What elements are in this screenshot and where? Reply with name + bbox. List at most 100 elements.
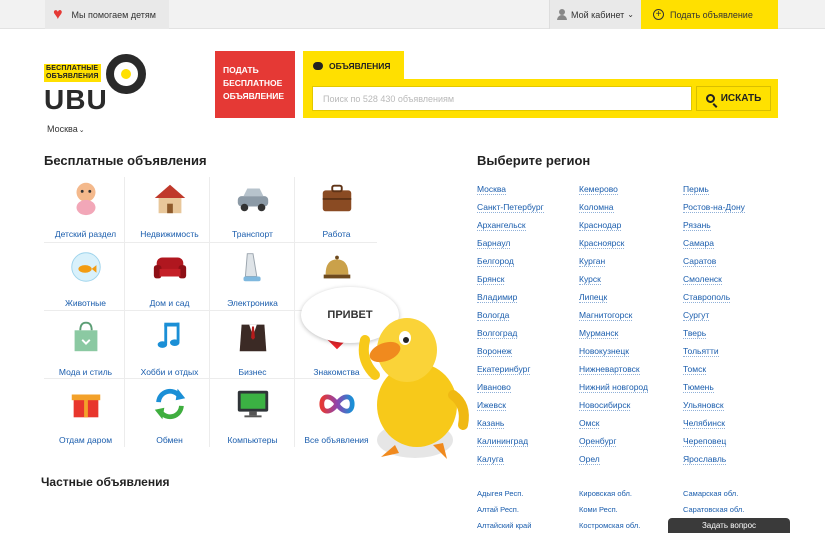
- region-link[interactable]: Адыгея Респ.: [477, 488, 531, 504]
- region-link[interactable]: Костромская обл.: [579, 520, 640, 533]
- region-link[interactable]: Белгород: [477, 254, 544, 272]
- category-fish[interactable]: Животные: [44, 247, 127, 315]
- region-link[interactable]: Мурманск: [579, 326, 648, 344]
- region-link[interactable]: Иваново: [477, 380, 544, 398]
- region-link-label: Алтайский край: [477, 521, 532, 530]
- region-link[interactable]: Нижневартовск: [579, 362, 648, 380]
- region-link[interactable]: Волгоград: [477, 326, 544, 344]
- category-label: Работа: [322, 229, 351, 239]
- region-link[interactable]: Рязань: [683, 218, 745, 236]
- region-link[interactable]: Краснодар: [579, 218, 648, 236]
- region-link[interactable]: Калуга: [477, 452, 544, 470]
- city-selector[interactable]: Москва⌄: [47, 124, 85, 134]
- category-shopping-bag[interactable]: Мода и стиль: [44, 316, 127, 384]
- region-link[interactable]: Тюмень: [683, 380, 745, 398]
- category-monitor[interactable]: Компьютеры: [211, 384, 294, 452]
- category-label: Хобби и отдых: [140, 367, 199, 377]
- category-baby[interactable]: Детский раздел: [44, 178, 127, 246]
- region-link-label: Магнитогорск: [579, 310, 633, 321]
- region-link[interactable]: Екатеринбург: [477, 362, 544, 380]
- region-link[interactable]: Казань: [477, 416, 544, 434]
- region-link[interactable]: Ижевск: [477, 398, 544, 416]
- region-link[interactable]: Саратов: [683, 254, 745, 272]
- tab-ads[interactable]: ОБЪЯВЛЕНИЯ: [303, 51, 404, 80]
- region-link-label: Кировская обл.: [579, 489, 632, 498]
- ask-question-button[interactable]: Задать вопрос: [668, 518, 790, 533]
- suit-icon: [239, 324, 266, 352]
- region-link[interactable]: Владимир: [477, 290, 544, 308]
- region-link[interactable]: Самара: [683, 236, 745, 254]
- category-exchange-arrows[interactable]: Обмен: [128, 384, 211, 452]
- region-link[interactable]: Москва: [477, 182, 544, 200]
- search-button[interactable]: ИСКАТЬ: [696, 86, 771, 111]
- region-link[interactable]: Смоленск: [683, 272, 745, 290]
- region-link-label: Алтай Респ.: [477, 505, 519, 514]
- region-link[interactable]: Новокузнецк: [579, 344, 648, 362]
- region-link[interactable]: Магнитогорск: [579, 308, 648, 326]
- category-sofa[interactable]: Дом и сад: [128, 247, 211, 315]
- category-suit[interactable]: Бизнес: [211, 316, 294, 384]
- region-link[interactable]: Коломна: [579, 200, 648, 218]
- region-link[interactable]: Алтай Респ.: [477, 504, 531, 520]
- region-link[interactable]: Курган: [579, 254, 648, 272]
- region-link[interactable]: Кемерово: [579, 182, 648, 200]
- category-music-note[interactable]: Хобби и отдых: [128, 316, 211, 384]
- region-link-label: Нижний новгород: [579, 382, 648, 393]
- region-link[interactable]: Тверь: [683, 326, 745, 344]
- category-briefcase[interactable]: Работа: [295, 178, 378, 246]
- region-link[interactable]: Барнаул: [477, 236, 544, 254]
- region-link[interactable]: Челябинск: [683, 416, 745, 434]
- region-link-label: Челябинск: [683, 418, 725, 429]
- region-link-label: Саратовская обл.: [683, 505, 745, 514]
- chevron-down-icon: ⌄: [78, 127, 85, 134]
- charity-link[interactable]: ♥ Мы помогаем детям: [45, 0, 169, 29]
- fish-icon: [70, 252, 101, 282]
- region-link-label: Курск: [579, 274, 601, 285]
- region-link-label: Коломна: [579, 202, 614, 213]
- search-input[interactable]: [312, 86, 692, 111]
- region-link[interactable]: Вологда: [477, 308, 544, 326]
- region-link[interactable]: Череповец: [683, 434, 745, 452]
- region-link[interactable]: Курск: [579, 272, 648, 290]
- region-link[interactable]: Тольятти: [683, 344, 745, 362]
- region-link[interactable]: Орел: [579, 452, 648, 470]
- post-ad-top-button[interactable]: + Подать объявление: [641, 0, 778, 29]
- region-link[interactable]: Самарская обл.: [683, 488, 744, 504]
- region-link[interactable]: Новосибирск: [579, 398, 648, 416]
- region-link[interactable]: Санкт-Петербург: [477, 200, 544, 218]
- site-logo[interactable]: БЕСПЛАТНЫЕ ОБЪЯВЛЕНИЯ UBU Москва⌄: [44, 54, 154, 134]
- region-link[interactable]: Калининград: [477, 434, 544, 452]
- region-link[interactable]: Ярославль: [683, 452, 745, 470]
- region-link[interactable]: Омск: [579, 416, 648, 434]
- region-link[interactable]: Коми Респ.: [579, 504, 640, 520]
- region-link-label: Кемерово: [579, 184, 618, 195]
- logo-wordmark: UBU: [44, 84, 108, 115]
- region-link[interactable]: Алтайский край: [477, 520, 531, 533]
- region-link[interactable]: Архангельск: [477, 218, 544, 236]
- region-link[interactable]: Нижний новгород: [579, 380, 648, 398]
- post-free-ad-button[interactable]: ПОДАТЬ БЕСПЛАТНОЕ ОБЪЯВЛЕНИЕ: [215, 51, 295, 118]
- category-label: Компьютеры: [227, 435, 278, 445]
- briefcase-icon: [322, 184, 351, 212]
- region-link[interactable]: Липецк: [579, 290, 648, 308]
- region-link[interactable]: Сургут: [683, 308, 745, 326]
- region-link[interactable]: Ростов-на-Дону: [683, 200, 745, 218]
- region-link[interactable]: Пермь: [683, 182, 745, 200]
- region-link[interactable]: Ставрополь: [683, 290, 745, 308]
- region-link[interactable]: Оренбург: [579, 434, 648, 452]
- region-link[interactable]: Томск: [683, 362, 745, 380]
- region-link[interactable]: Ульяновск: [683, 398, 745, 416]
- region-link[interactable]: Красноярск: [579, 236, 648, 254]
- category-car[interactable]: Транспорт: [211, 178, 294, 246]
- region-link[interactable]: Кировская обл.: [579, 488, 640, 504]
- category-iron[interactable]: Электроника: [211, 247, 294, 315]
- region-link-label: Иваново: [477, 382, 511, 393]
- region-link[interactable]: Брянск: [477, 272, 544, 290]
- exchange-arrows-icon: [154, 388, 185, 420]
- house-icon: [154, 184, 185, 214]
- my-account-button[interactable]: Мой кабинет ⌄: [549, 0, 641, 29]
- category-gift[interactable]: Отдам даром: [44, 384, 127, 452]
- region-link[interactable]: Воронеж: [477, 344, 544, 362]
- regions-title: Выберите регион: [477, 153, 591, 168]
- category-house[interactable]: Недвижимость: [128, 178, 211, 246]
